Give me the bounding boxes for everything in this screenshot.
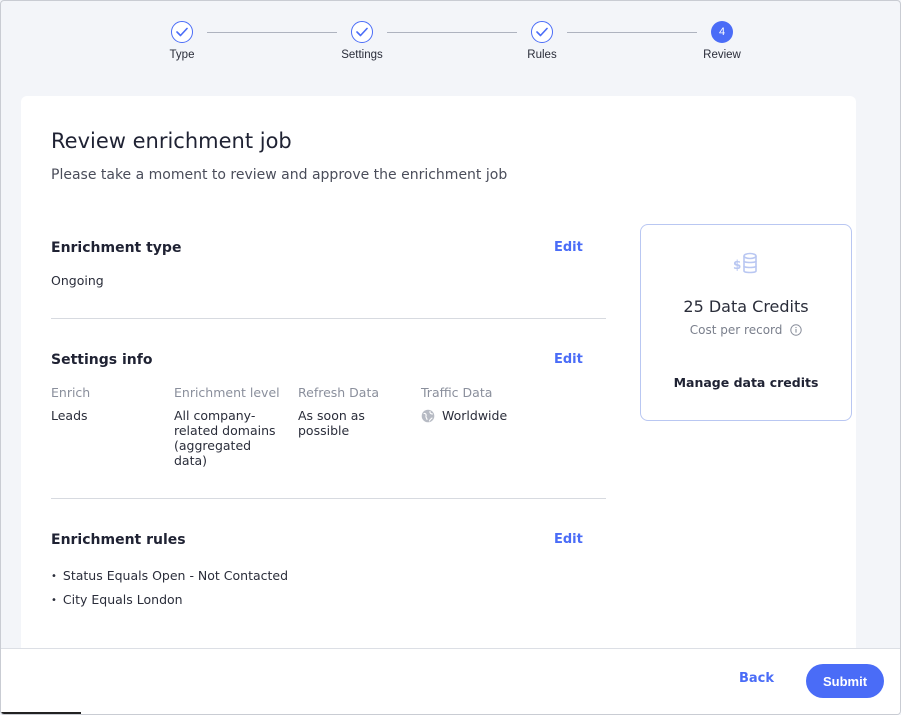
enrichment-type-title: Enrichment type [51,240,182,256]
step-rules[interactable]: Rules [487,21,597,61]
data-credits-card: $ 25 Data Credits Cost per record Manage… [640,224,852,421]
submit-button[interactable]: Submit [806,664,884,698]
refresh-data-value: As soon as possible [298,408,365,438]
footer-bar: Back Submit [1,648,900,714]
traffic-data-value: Worldwide [421,408,507,423]
check-icon [171,21,193,43]
cost-label: Cost per record [689,323,783,337]
coins-dollar-icon: $ [731,251,763,277]
progress-stepper: Type Settings Rules 4 Review [1,1,900,81]
enrich-value: Leads [51,408,88,423]
step-label: Rules [527,49,557,61]
review-card: Review enrichment job Please take a mome… [21,96,856,656]
divider [51,498,606,499]
edit-rules-link[interactable]: Edit [554,532,583,547]
traffic-data-label: Traffic Data [421,385,493,400]
app-window: Type Settings Rules 4 Review Review enri… [0,0,901,715]
page-subtitle: Please take a moment to review and appro… [51,167,508,183]
step-review[interactable]: 4 Review [667,21,777,61]
back-button[interactable]: Back [739,671,774,686]
edit-settings-link[interactable]: Edit [554,352,583,367]
step-label: Settings [341,49,383,61]
enrichment-rules-title: Enrichment rules [51,532,186,548]
divider [51,318,606,319]
enrichment-level-label: Enrichment level [174,385,280,400]
check-icon [351,21,373,43]
rule-item: City Equals London [51,588,288,612]
step-type[interactable]: Type [127,21,237,61]
rules-list: Status Equals Open - Not Contacted City … [51,564,288,612]
info-icon[interactable] [790,324,802,339]
globe-icon [421,409,435,423]
credits-amount: 25 Data Credits [683,297,809,316]
settings-info-title: Settings info [51,352,153,368]
cost-per-record: Cost per record [641,323,851,339]
scrollbar-edge [1,712,81,714]
traffic-data-text: Worldwide [442,408,508,423]
check-icon [531,21,553,43]
rule-item: Status Equals Open - Not Contacted [51,564,288,588]
step-settings[interactable]: Settings [307,21,417,61]
enrichment-type-value: Ongoing [51,273,104,288]
edit-enrichment-type-link[interactable]: Edit [554,240,583,255]
enrich-label: Enrich [51,385,91,400]
refresh-data-label: Refresh Data [298,385,380,400]
manage-data-credits-link[interactable]: Manage data credits [641,375,851,390]
page-title: Review enrichment job [51,129,292,153]
svg-text:$: $ [733,258,741,272]
step-number: 4 [711,21,733,43]
step-label: Type [169,49,195,61]
enrichment-level-value: All company-related domains (aggregated … [174,408,276,468]
step-label: Review [703,49,741,61]
